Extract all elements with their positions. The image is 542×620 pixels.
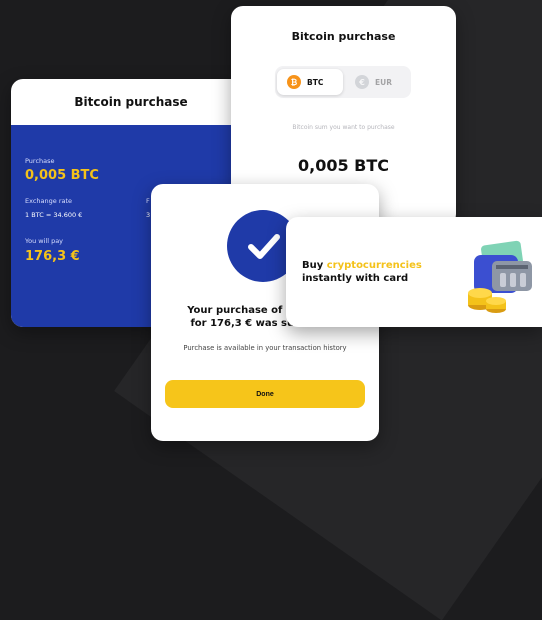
currency-toggle: ₿ BTC € EUR xyxy=(275,66,411,98)
purchase-value: 0,005 BTC xyxy=(25,168,99,183)
done-button[interactable]: Done xyxy=(165,380,365,408)
amount-hint: Bitcoin sum you want to purchase xyxy=(292,124,395,131)
promo-accent: cryptocurrencies xyxy=(326,260,422,271)
fee-label: F xyxy=(146,197,150,205)
tab-btc[interactable]: ₿ BTC xyxy=(277,69,343,95)
promo-line-2: instantly with card xyxy=(302,273,409,284)
wallet-coins-icon xyxy=(468,240,532,313)
exchange-rate-value: 1 BTC = 34.600 € xyxy=(25,211,83,219)
fee-value: 3 xyxy=(146,211,151,219)
purchase-label: Purchase xyxy=(25,157,55,165)
euro-icon: € xyxy=(355,75,369,89)
tab-eur-label: EUR xyxy=(375,77,392,87)
pay-value: 176,3 € xyxy=(25,249,80,264)
exchange-rate-label: Exchange rate xyxy=(25,197,73,205)
promo-text: Buy cryptocurrencies instantly with card xyxy=(302,259,422,285)
tab-eur[interactable]: € EUR xyxy=(351,69,409,95)
history-note: Purchase is available in your transactio… xyxy=(183,344,347,352)
card-title: Bitcoin purchase xyxy=(74,95,188,109)
promo-buy: Buy xyxy=(302,260,327,271)
tab-btc-label: BTC xyxy=(307,77,324,87)
bitcoin-icon: ₿ xyxy=(287,75,301,89)
promo-card[interactable]: Buy cryptocurrencies instantly with card xyxy=(286,217,542,327)
card-title: Bitcoin purchase xyxy=(291,30,396,43)
amount-value[interactable]: 0,005 BTC xyxy=(231,156,456,175)
pay-label: You will pay xyxy=(25,237,64,245)
